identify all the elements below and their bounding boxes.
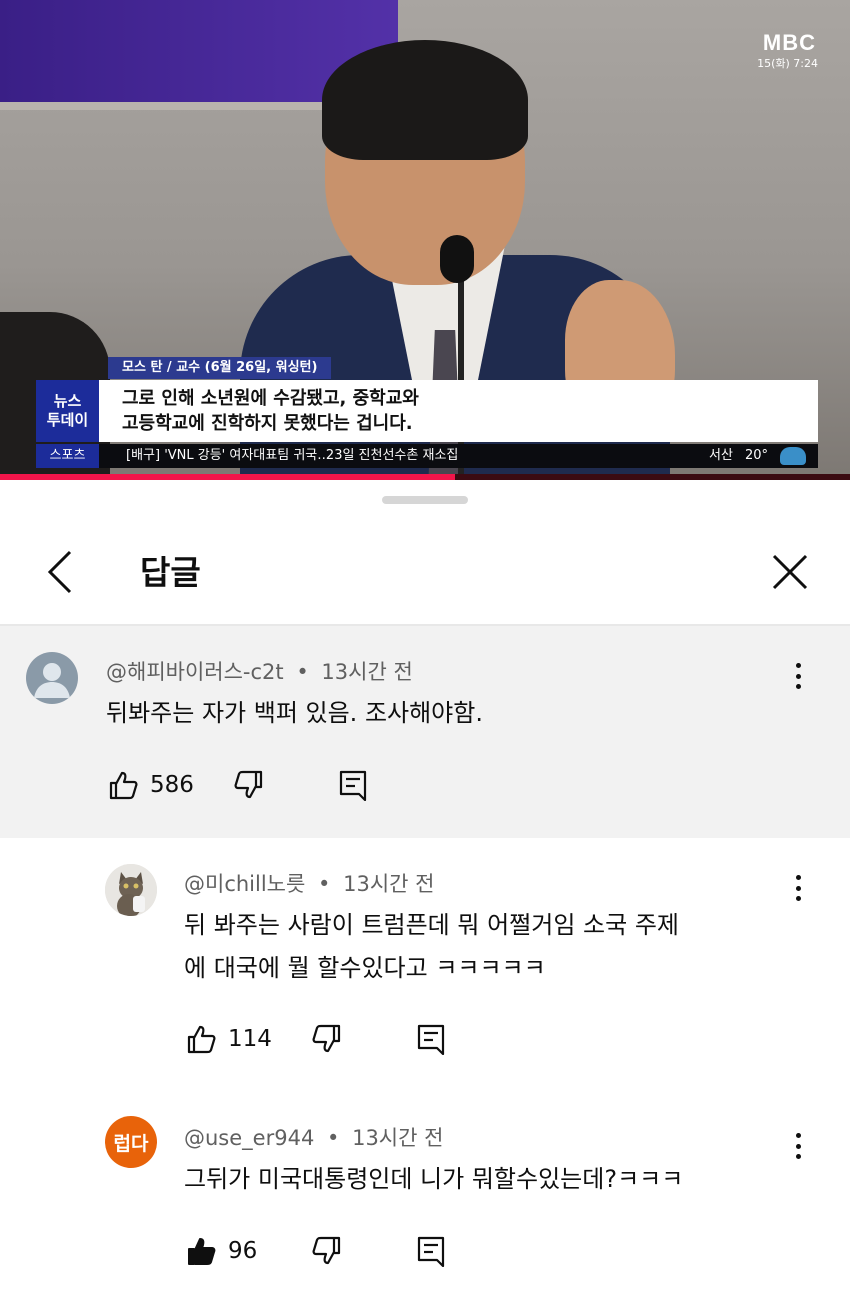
thumbs-up-icon — [109, 771, 138, 800]
reply-comment: @미chill노릇 • 13시간 전 뒤 봐주는 사람이 트럼픈데 뭐 어쩔거임… — [0, 838, 850, 1098]
dot-icon — [795, 1133, 801, 1138]
default-avatar-icon — [34, 663, 70, 698]
like-count: 96 — [228, 1238, 258, 1264]
comment-time: 13시간 전 — [352, 1126, 444, 1150]
like-count: 114 — [228, 1026, 272, 1052]
umbrella-icon — [780, 447, 806, 465]
meta-separator: • — [296, 660, 309, 684]
meta-separator: • — [318, 872, 331, 896]
thumbs-up-filled-icon — [188, 1238, 216, 1265]
more-options-button[interactable] — [790, 660, 806, 692]
replies-sheet: 답글 @해피바이러스-c2t • 13시간 전 뒤봐주는 자가 백퍼 있음. 조… — [0, 480, 850, 1306]
dislike-button[interactable] — [310, 1234, 344, 1268]
comment-actions: 114 — [184, 1022, 448, 1056]
thumbs-down-icon — [234, 770, 263, 799]
caption-text: 그로 인해 소년원에 수감됐고, 중학교와 고등학교에 진학하지 못했다는 겁니… — [122, 386, 419, 436]
caption-line2: 고등학교에 진학하지 못했다는 겁니다. — [122, 413, 413, 434]
program-brand-line2: 투데이 — [46, 411, 89, 429]
ticker-weather: 서산 20° — [709, 444, 806, 468]
comment-text: 그뒤가 미국대통령인데 니가 뭐할수있는데?ㅋㅋㅋ — [184, 1165, 684, 1193]
caption-line1: 그로 인해 소년원에 수감됐고, 중학교와 — [122, 388, 419, 409]
program-brand: 뉴스 투데이 — [36, 380, 99, 442]
avatar[interactable] — [105, 864, 157, 916]
thumbs-down-icon — [312, 1024, 341, 1053]
chevron-left-icon — [47, 550, 72, 594]
speaker-name-tag: 모스 탄 / 교수 (6월 26일, 워싱턴) — [108, 357, 332, 379]
meta-separator: • — [327, 1126, 340, 1150]
comment-text-line2: 에 대국에 뭘 할수있다고 ㅋㅋㅋㅋㅋ — [184, 954, 546, 982]
comment-author-line: @미chill노릇 • 13시간 전 — [184, 868, 434, 898]
comment-time: 13시간 전 — [343, 872, 435, 896]
comment-author[interactable]: @해피바이러스-c2t — [106, 660, 284, 684]
comment-text: 뒤 봐주는 사람이 트럼픈데 뭐 어쩔거임 소국 주제 에 대국에 뭘 할수있다… — [184, 904, 679, 990]
sheet-title: 답글 — [140, 553, 201, 592]
reply-comment-icon — [339, 770, 367, 801]
news-ticker: 스포츠 [배구] 'VNL 강등' 여자대표팀 귀국‥23일 진천선수촌 재소집… — [36, 444, 818, 468]
reply-comment-icon — [417, 1024, 445, 1055]
program-brand-line1: 뉴스 — [53, 392, 82, 410]
like-button[interactable] — [106, 768, 140, 802]
comment-author-line: @해피바이러스-c2t • 13시간 전 — [106, 656, 413, 686]
dot-icon — [795, 1143, 801, 1149]
channel-logo: MBC — [762, 30, 816, 55]
broadcast-time: 15(화) 7:24 — [757, 57, 818, 70]
comment-author[interactable]: @use_er944 — [184, 1126, 314, 1150]
dot-icon — [795, 1154, 801, 1159]
reply-button[interactable] — [336, 768, 370, 802]
like-count: 586 — [150, 772, 194, 798]
sheet-header: 답글 — [0, 522, 850, 624]
drag-handle[interactable] — [382, 496, 468, 504]
comment-text-line1: 뒤 봐주는 사람이 트럼픈데 뭐 어쩔거임 소국 주제 — [184, 911, 680, 939]
dot-icon — [795, 684, 801, 689]
ticker-tag: 스포츠 — [36, 444, 99, 468]
dislike-button[interactable] — [232, 768, 266, 802]
close-button[interactable] — [768, 550, 812, 594]
thumbs-up-icon — [187, 1025, 216, 1054]
comment-actions: 96 — [184, 1234, 448, 1268]
dislike-button[interactable] — [310, 1022, 344, 1056]
more-options-button[interactable] — [790, 872, 806, 904]
reply-comment-icon — [417, 1236, 445, 1267]
back-button[interactable] — [38, 546, 84, 598]
avatar[interactable] — [26, 652, 78, 704]
comment-time: 13시간 전 — [321, 660, 413, 684]
close-icon — [772, 554, 808, 590]
dot-icon — [795, 663, 801, 668]
comment-author[interactable]: @미chill노릇 — [184, 872, 305, 896]
like-button[interactable] — [184, 1234, 218, 1268]
comment-author-line: @use_er944 • 13시간 전 — [184, 1122, 443, 1152]
thumbs-down-icon — [312, 1236, 341, 1265]
reply-comment: 럽다 @use_er944 • 13시간 전 그뒤가 미국대통령인데 니가 뭐할… — [0, 1098, 850, 1306]
comment-actions: 586 — [106, 768, 370, 802]
cat-photo-avatar — [105, 864, 157, 916]
avatar[interactable]: 럽다 — [105, 1116, 157, 1168]
ticker-text: [배구] 'VNL 강등' 여자대표팀 귀국‥23일 진천선수촌 재소집 — [126, 448, 459, 463]
weather-temp: 20° — [744, 448, 768, 463]
reply-button[interactable] — [414, 1234, 448, 1268]
parent-comment: @해피바이러스-c2t • 13시간 전 뒤봐주는 자가 백퍼 있음. 조사해야… — [0, 626, 850, 838]
weather-location: 서산 — [709, 448, 733, 463]
dot-icon — [795, 673, 801, 679]
dot-icon — [795, 885, 801, 891]
microphone-icon — [440, 235, 474, 283]
like-button[interactable] — [184, 1022, 218, 1056]
more-options-button[interactable] — [790, 1130, 806, 1162]
dot-icon — [795, 896, 801, 901]
dot-icon — [795, 875, 801, 880]
news-caption: 뉴스 투데이 그로 인해 소년원에 수감됐고, 중학교와 고등학교에 진학하지 … — [36, 380, 818, 442]
reply-button[interactable] — [414, 1022, 448, 1056]
speaker-hair — [322, 40, 528, 160]
comment-text: 뒤봐주는 자가 백퍼 있음. 조사해야함. — [106, 699, 483, 727]
video-player[interactable]: MBC 15(화) 7:24 모스 탄 / 교수 (6월 26일, 워싱턴) 뉴… — [0, 0, 850, 480]
